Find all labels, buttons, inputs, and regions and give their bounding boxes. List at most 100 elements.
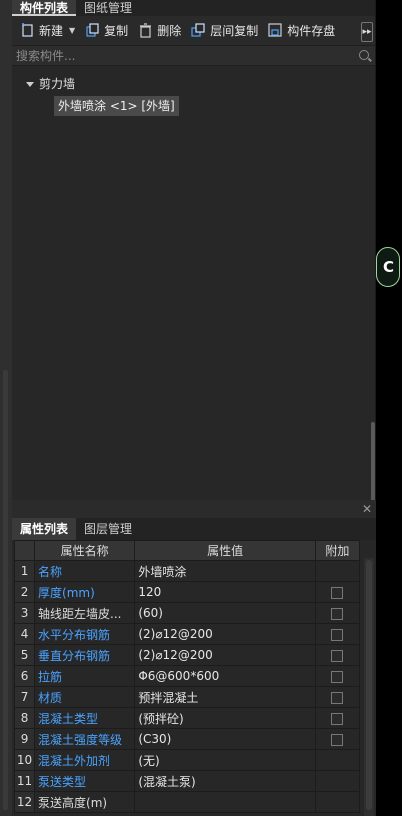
- property-value[interactable]: 外墙喷涂: [134, 560, 316, 582]
- property-extra: [314, 770, 361, 792]
- row-index: 2: [13, 581, 36, 603]
- search-icon[interactable]: [359, 50, 369, 60]
- panel-divider[interactable]: ✕: [12, 500, 376, 518]
- table-row[interactable]: 1 名称 外墙喷涂: [13, 560, 361, 582]
- row-index: 4: [13, 623, 36, 645]
- axis-marker-c[interactable]: C: [376, 247, 400, 287]
- property-value[interactable]: (无): [134, 749, 316, 771]
- property-name: 水平分布钢筋: [34, 623, 136, 645]
- table-row[interactable]: 6 拉筋 Φ6@600*600: [13, 665, 361, 687]
- component-toolbar: 新建 ▼ 复制 删除 层间复制 构件存盘: [12, 16, 375, 46]
- layers-copy-icon: [191, 23, 205, 37]
- row-index: 6: [13, 665, 36, 687]
- new-button[interactable]: 新建 ▼: [16, 20, 79, 42]
- extra-checkbox[interactable]: [331, 712, 344, 725]
- save-icon: [268, 23, 282, 37]
- property-value[interactable]: (2)⌀12@200: [134, 644, 316, 666]
- table-row[interactable]: 4 水平分布钢筋 (2)⌀12@200: [13, 623, 361, 645]
- row-index: 1: [13, 560, 36, 582]
- save-component-button[interactable]: 构件存盘: [264, 20, 339, 42]
- table-row[interactable]: 7 材质 预拌混凝土: [13, 686, 361, 708]
- new-icon: [22, 23, 33, 37]
- property-extra: [314, 728, 361, 750]
- search-bar: [12, 46, 375, 66]
- property-name: 混凝土外加剂: [34, 749, 136, 771]
- extra-checkbox[interactable]: [331, 628, 344, 641]
- extra-checkbox[interactable]: [331, 649, 344, 662]
- property-scroll-thumb[interactable]: [366, 560, 372, 810]
- delete-button[interactable]: 删除: [134, 20, 185, 42]
- component-list-panel: 构件列表 图纸管理 新建 ▼ 复制 删除 层间复制 构件存盘 ▸▸ 搜索构件..…: [12, 0, 376, 522]
- left-scrollbar[interactable]: [3, 370, 8, 810]
- property-value[interactable]: (预拌砼): [134, 707, 316, 729]
- table-header-row: 属性名称 属性值 附加: [13, 540, 361, 561]
- property-value[interactable]: (60): [134, 602, 316, 624]
- row-index: 11: [13, 770, 36, 792]
- floor-copy-button[interactable]: 层间复制: [187, 20, 262, 42]
- property-table: 属性名称 属性值 附加 1 名称 外墙喷涂 2 厚度(mm) 120 3 轴线距左墙皮...(…: [13, 540, 361, 813]
- extra-checkbox[interactable]: [331, 607, 344, 620]
- property-extra: [314, 791, 361, 813]
- header-extra: 附加: [314, 540, 361, 561]
- extra-checkbox[interactable]: [331, 670, 344, 683]
- property-value[interactable]: Φ6@600*600: [134, 665, 316, 687]
- property-value[interactable]: 120: [134, 581, 316, 603]
- table-row[interactable]: 3 轴线距左墙皮... (60): [13, 602, 361, 624]
- more-toolbar-button[interactable]: ▸▸: [361, 22, 373, 42]
- table-row[interactable]: 8 混凝土类型 (预拌砼): [13, 707, 361, 729]
- extra-checkbox[interactable]: [331, 691, 344, 704]
- property-value[interactable]: (C30): [134, 728, 316, 750]
- search-input[interactable]: [16, 48, 336, 63]
- property-extra: [314, 644, 361, 666]
- expand-arrow-icon[interactable]: [26, 81, 34, 87]
- property-name: 轴线距左墙皮...: [34, 602, 136, 624]
- extra-checkbox[interactable]: [331, 733, 344, 746]
- property-name: 混凝土强度等级: [34, 728, 136, 750]
- table-row[interactable]: 12 泵送高度(m): [13, 791, 361, 813]
- tab-property-list[interactable]: 属性列表: [12, 518, 77, 540]
- property-name: 拉筋: [34, 665, 136, 687]
- row-index: 10: [13, 749, 36, 771]
- property-value[interactable]: [134, 791, 316, 813]
- header-value: 属性值: [134, 540, 316, 561]
- chevron-down-icon[interactable]: ▼: [69, 26, 75, 35]
- property-scrollbar[interactable]: [364, 558, 374, 816]
- row-index: 9: [13, 728, 36, 750]
- table-row[interactable]: 11 泵送类型 (混凝土泵): [13, 770, 361, 792]
- property-name: 混凝土类型: [34, 707, 136, 729]
- top-tabbar: 构件列表 图纸管理: [12, 0, 375, 16]
- property-name: 材质: [34, 686, 136, 708]
- property-value[interactable]: 预拌混凝土: [134, 686, 316, 708]
- property-name: 垂直分布钢筋: [34, 644, 136, 666]
- close-icon[interactable]: ✕: [362, 502, 372, 516]
- table-row[interactable]: 9 混凝土强度等级 (C30): [13, 728, 361, 750]
- property-name: 泵送高度(m): [34, 791, 136, 813]
- tab-layer-management[interactable]: 图层管理: [76, 518, 140, 540]
- property-extra: [314, 602, 361, 624]
- tree-group-shear-wall[interactable]: 剪力墙: [26, 74, 75, 94]
- row-index: 7: [13, 686, 36, 708]
- left-strip: [0, 0, 12, 816]
- property-extra: [314, 581, 361, 603]
- tab-drawing-management[interactable]: 图纸管理: [76, 0, 140, 16]
- canvas-edge: C: [376, 0, 402, 816]
- header-index: [13, 540, 36, 561]
- extra-checkbox[interactable]: [331, 586, 344, 599]
- copy-button[interactable]: 复制: [81, 20, 132, 42]
- table-row[interactable]: 2 厚度(mm) 120: [13, 581, 361, 603]
- property-value[interactable]: (混凝土泵): [134, 770, 316, 792]
- copy-icon: [86, 23, 99, 37]
- tree-item-selected[interactable]: 外墙喷涂 <1> [外墙]: [54, 96, 179, 116]
- property-table-body: 1 名称 外墙喷涂 2 厚度(mm) 120 3 轴线距左墙皮... (60) 4 水平分布钢筋 (2…: [13, 560, 361, 813]
- property-value[interactable]: (2)⌀12@200: [134, 623, 316, 645]
- row-index: 3: [13, 602, 36, 624]
- property-extra: [314, 707, 361, 729]
- property-name: 泵送类型: [34, 770, 136, 792]
- property-extra: [314, 623, 361, 645]
- table-row[interactable]: 10 混凝土外加剂 (无): [13, 749, 361, 771]
- tab-component-list[interactable]: 构件列表: [12, 0, 77, 16]
- property-panel: 属性列表 图层管理 属性名称 属性值 附加 1 名称 外墙喷涂 2 厚度(mm) 120 3…: [12, 518, 376, 816]
- property-name: 厚度(mm): [34, 581, 136, 603]
- table-row[interactable]: 5 垂直分布钢筋 (2)⌀12@200: [13, 644, 361, 666]
- bottom-tabbar: 属性列表 图层管理: [12, 518, 376, 540]
